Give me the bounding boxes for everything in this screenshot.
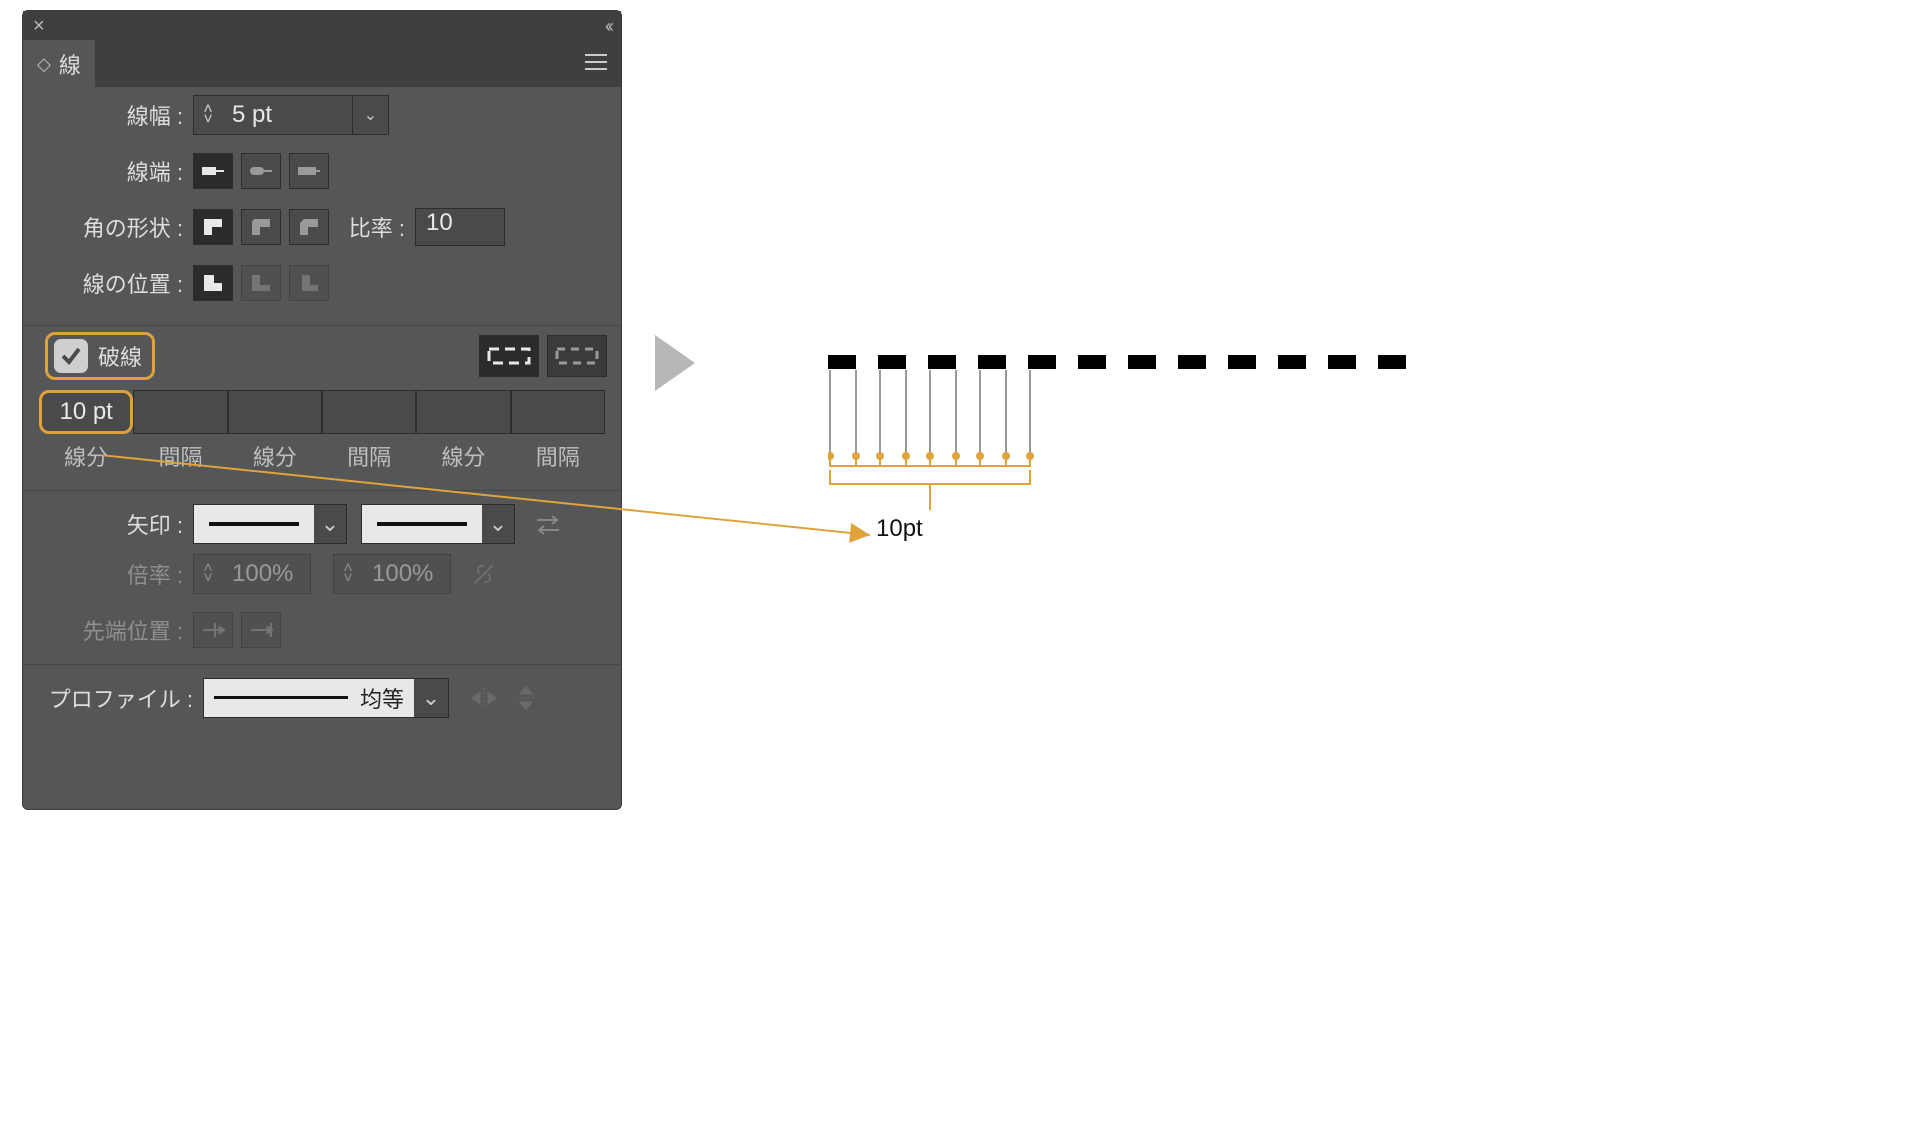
collapse-icon[interactable]: ‹‹ (605, 16, 611, 37)
panel-menu-icon[interactable] (585, 51, 607, 77)
result-arrow-icon (655, 335, 695, 391)
row-arrows: 矢印 : ⌄ ⌄ (23, 490, 621, 546)
chevron-down-icon[interactable]: ⌄ (314, 505, 346, 543)
flip-vertical-icon (509, 681, 543, 715)
dash-label-5: 間隔 (511, 434, 605, 472)
tip-place-button (241, 612, 281, 648)
tab-rest (95, 41, 621, 87)
align-center-button[interactable] (193, 265, 233, 301)
label-weight: 線幅 : (33, 99, 193, 131)
label-align: 線の位置 : (33, 267, 193, 299)
row-profile: プロファイル : 均等 ⌄ (23, 664, 621, 720)
link-scale-icon (467, 557, 501, 591)
panel-header: × ‹‹ (23, 11, 621, 41)
dash-preserve-button[interactable] (479, 335, 539, 377)
arrow-end-select[interactable]: ⌄ (361, 504, 515, 544)
dash-field-0[interactable]: 10 pt (39, 390, 133, 434)
dash-field-3[interactable] (322, 390, 416, 434)
align-inside-button (241, 265, 281, 301)
row-tip: 先端位置 : (23, 602, 621, 658)
row-scale: 倍率 : ˄˅ 100% ˄˅ 100% (23, 546, 621, 602)
close-icon[interactable]: × (33, 15, 45, 38)
label-corner: 角の形状 : (33, 211, 193, 243)
corner-round-button[interactable] (241, 209, 281, 245)
dashed-label: 破線 (98, 340, 142, 372)
row-cap: 線端 : (23, 143, 621, 199)
arrow-start-select[interactable]: ⌄ (193, 504, 347, 544)
tip-extend-button (193, 612, 233, 648)
dash-field-2[interactable] (228, 390, 322, 434)
profile-select[interactable]: 均等 ⌄ (203, 678, 449, 718)
cap-square-button[interactable] (289, 153, 329, 189)
swap-arrows-icon[interactable] (531, 507, 565, 541)
dash-grid: 10 pt線分 間隔 線分 間隔 線分 間隔 (23, 390, 621, 472)
dash-label-4: 線分 (416, 434, 510, 472)
dash-label-1: 間隔 (133, 434, 227, 472)
corner-miter-button[interactable] (193, 209, 233, 245)
measurement-diagram (828, 370, 1038, 540)
label-scale: 倍率 : (33, 558, 193, 590)
dash-field-4[interactable] (416, 390, 510, 434)
label-arrows: 矢印 : (33, 508, 193, 540)
scale-start-input: ˄˅ 100% (193, 554, 311, 594)
tab-size-icon: ◇ (37, 54, 51, 75)
row-dashed: 破線 (23, 325, 621, 390)
dash-field-1[interactable] (133, 390, 227, 434)
label-tip: 先端位置 : (33, 614, 193, 646)
stroke-panel: × ‹‹ ◇ 線 線幅 : ˄˅ 5 pt ⌄ 線端 : (22, 10, 622, 810)
dash-field-5[interactable] (511, 390, 605, 434)
dash-label-2: 線分 (228, 434, 322, 472)
stepper-icon[interactable]: ˄˅ (194, 103, 222, 127)
label-profile: プロファイル : (33, 682, 203, 714)
panel-title: 線 (59, 48, 81, 80)
annotation-label: 10pt (876, 515, 923, 543)
dashed-highlight: 破線 (45, 332, 155, 380)
label-miter-ratio: 比率 : (329, 211, 415, 243)
dash-label-3: 間隔 (322, 434, 416, 472)
chevron-down-icon[interactable]: ⌄ (414, 679, 448, 717)
dash-align-button[interactable] (547, 335, 607, 377)
cap-round-button[interactable] (241, 153, 281, 189)
row-weight: 線幅 : ˄˅ 5 pt ⌄ (23, 87, 621, 143)
row-align: 線の位置 : (23, 255, 621, 311)
label-cap: 線端 : (33, 155, 193, 187)
row-corner: 角の形状 : 比率 : 10 (23, 199, 621, 255)
miter-ratio-input[interactable]: 10 (415, 208, 505, 246)
dash-label-0: 線分 (39, 434, 133, 472)
chevron-down-icon[interactable]: ⌄ (352, 96, 388, 134)
panel-tabbar: ◇ 線 (23, 41, 621, 87)
weight-input[interactable]: ˄˅ 5 pt ⌄ (193, 95, 389, 135)
scale-end-input: ˄˅ 100% (333, 554, 451, 594)
flip-horizontal-icon (467, 681, 501, 715)
weight-value[interactable]: 5 pt (222, 101, 352, 129)
align-outside-button (289, 265, 329, 301)
corner-bevel-button[interactable] (289, 209, 329, 245)
cap-butt-button[interactable] (193, 153, 233, 189)
chevron-down-icon[interactable]: ⌄ (482, 505, 514, 543)
dashed-line-preview (828, 355, 1408, 369)
dashed-checkbox[interactable] (54, 339, 88, 373)
tab-stroke[interactable]: ◇ 線 (23, 40, 95, 88)
